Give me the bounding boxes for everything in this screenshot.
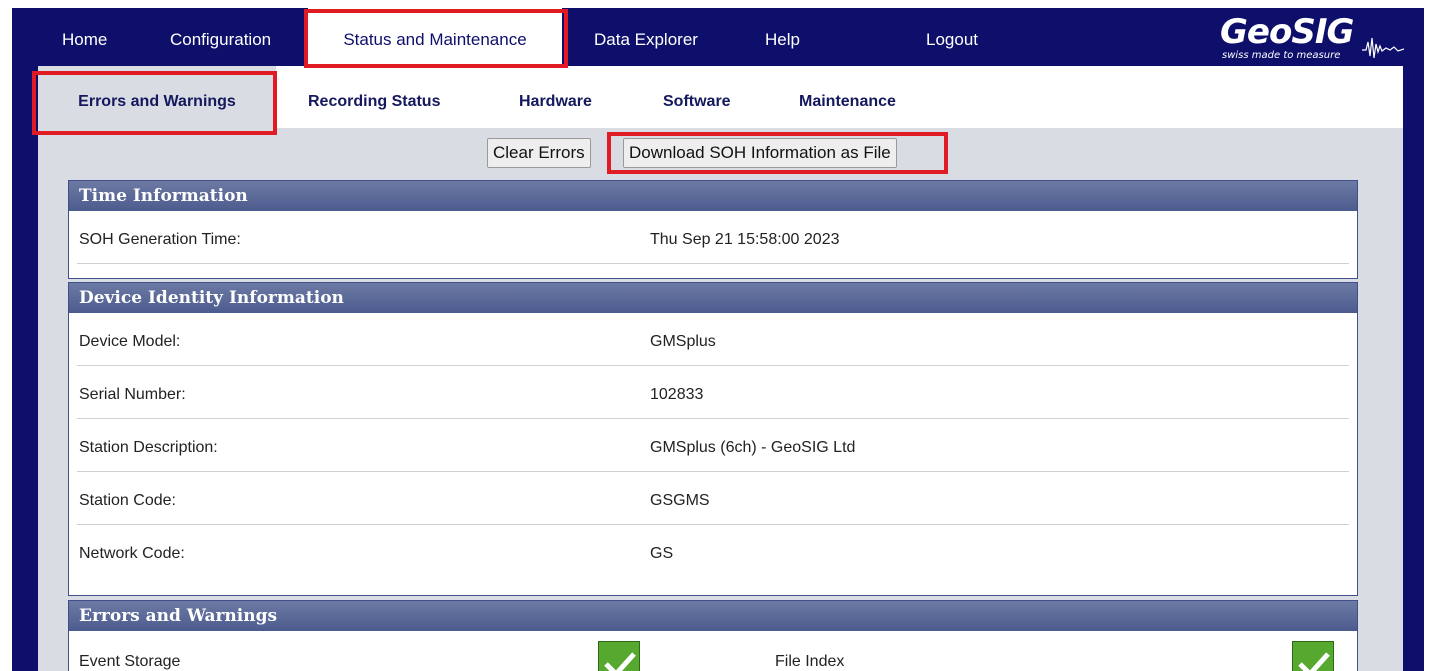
row-value: GS: [650, 545, 674, 562]
nav-logout[interactable]: Logout: [926, 8, 978, 66]
table-row: Station Description: GMSplus (6ch) - Geo…: [77, 419, 1349, 472]
time-information-section: Time Information SOH Generation Time: Th…: [68, 180, 1358, 279]
download-soh-button[interactable]: Download SOH Information as File: [623, 138, 897, 168]
row-value: 102833: [650, 386, 704, 403]
top-navigation: Home Configuration Status and Maintenanc…: [12, 8, 1424, 66]
status-row: Event Storage File Index: [69, 631, 1357, 671]
app-frame: Home Configuration Status and Maintenanc…: [12, 8, 1424, 671]
table-row: Device Model: GMSplus: [77, 313, 1349, 366]
table-row: Serial Number: 102833: [77, 366, 1349, 419]
content-panel: Errors and Warnings Recording Status Har…: [38, 66, 1403, 671]
nav-help[interactable]: Help: [765, 8, 800, 66]
clear-errors-button[interactable]: Clear Errors: [487, 138, 591, 168]
seismic-wave-icon: [1362, 37, 1404, 59]
sub-navigation: Errors and Warnings Recording Status Har…: [38, 66, 1403, 128]
errors-and-warnings-section: Errors and Warnings Event Storage File I…: [68, 600, 1358, 671]
row-label: Station Description:: [79, 439, 218, 456]
tab-maintenance[interactable]: Maintenance: [799, 66, 896, 128]
row-label: Serial Number:: [79, 386, 186, 403]
nav-status-and-maintenance[interactable]: Status and Maintenance: [308, 8, 562, 66]
nav-home[interactable]: Home: [62, 8, 107, 66]
logo-text: GeoSIG: [1220, 12, 1354, 52]
check-icon: [598, 641, 640, 671]
tab-errors-and-warnings[interactable]: Errors and Warnings: [38, 66, 276, 128]
tab-software[interactable]: Software: [663, 66, 731, 128]
nav-data-explorer[interactable]: Data Explorer: [594, 8, 698, 66]
section-header: Time Information: [69, 181, 1357, 211]
table-row: Station Code: GSGMS: [77, 472, 1349, 525]
row-value: Thu Sep 21 15:58:00 2023: [650, 231, 840, 248]
section-header: Errors and Warnings: [69, 601, 1357, 631]
row-label: Station Code:: [79, 492, 176, 509]
table-row: SOH Generation Time: Thu Sep 21 15:58:00…: [77, 211, 1349, 264]
nav-configuration[interactable]: Configuration: [170, 8, 271, 66]
row-label: Device Model:: [79, 333, 181, 350]
tab-hardware[interactable]: Hardware: [519, 66, 592, 128]
status-label: Event Storage: [79, 653, 181, 670]
table-row: Network Code: GS: [77, 525, 1349, 578]
geosig-logo: GeoSIG swiss made to measure: [1218, 12, 1408, 64]
status-label: File Index: [775, 653, 845, 670]
logo-tagline: swiss made to measure: [1222, 50, 1341, 61]
row-label: Network Code:: [79, 545, 185, 562]
tab-recording-status[interactable]: Recording Status: [308, 66, 440, 128]
row-value: GSGMS: [650, 492, 710, 509]
check-icon: [1292, 641, 1334, 671]
row-value: GMSplus: [650, 333, 716, 350]
row-value: GMSplus (6ch) - GeoSIG Ltd: [650, 439, 856, 456]
section-header: Device Identity Information: [69, 283, 1357, 313]
device-identity-section: Device Identity Information Device Model…: [68, 282, 1358, 596]
row-label: SOH Generation Time:: [79, 231, 241, 248]
